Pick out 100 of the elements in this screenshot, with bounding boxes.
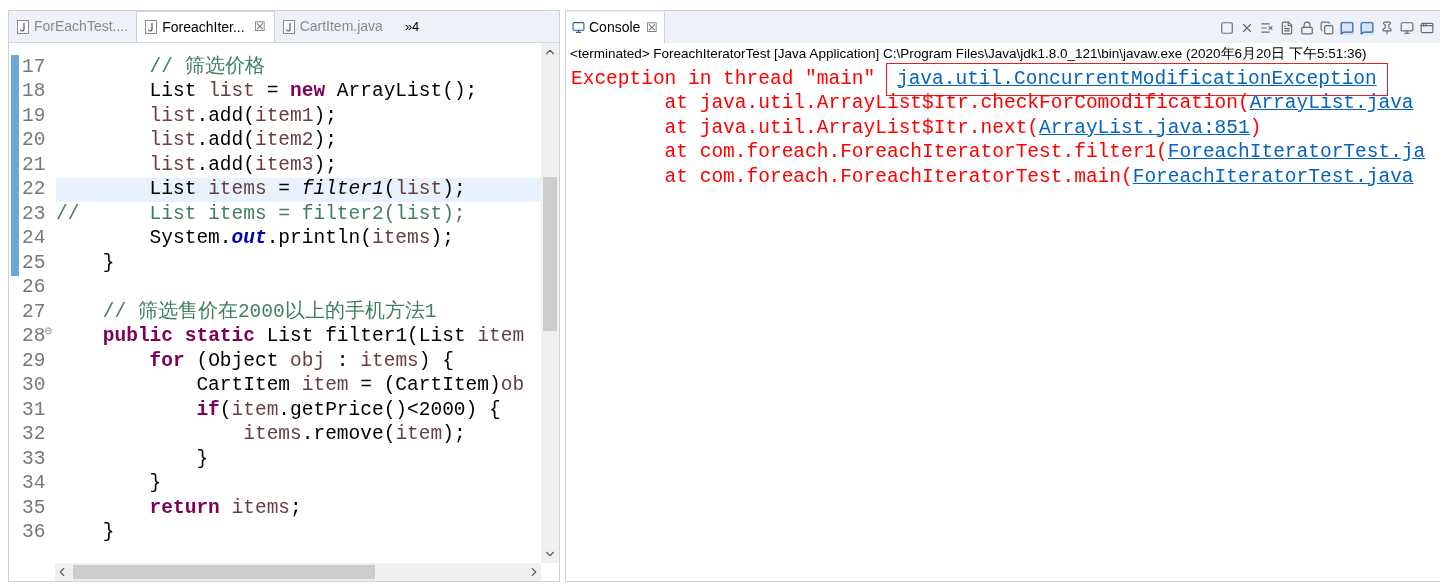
code-token: .add( [196, 103, 255, 129]
code-token: .println( [266, 226, 372, 252]
scroll-thumb[interactable] [73, 565, 375, 579]
tab-label: Console [589, 18, 641, 37]
close-tab-icon[interactable]: ☒ [253, 17, 266, 37]
code-token: item1 [254, 103, 314, 129]
code-token: for [148, 348, 185, 374]
code-token: new [290, 79, 326, 105]
code-token: System. [148, 226, 232, 252]
lock-icon[interactable] [1300, 20, 1314, 35]
code-token: } [101, 520, 115, 546]
code-token: List [148, 177, 198, 203]
console-text: at java.util.ArrayList$Itr.next( [663, 115, 1040, 141]
line-number: 30 [22, 373, 46, 399]
console-tab[interactable]: Console ☒ [566, 12, 666, 43]
line-number: 23 [22, 201, 46, 227]
line-number: 27 [22, 299, 46, 325]
line-number: 22 [22, 177, 46, 203]
scroll-thumb[interactable] [543, 177, 557, 331]
tab-label: ForEachTest.... [34, 17, 129, 36]
console-text: Exception in thread "main" [571, 66, 877, 92]
window-icon[interactable] [1420, 20, 1434, 35]
code-token: filter1 [301, 177, 384, 203]
tab-label: CartItem.java [299, 17, 383, 36]
pin-icon[interactable] [1380, 20, 1394, 35]
code-token: item3 [254, 152, 314, 178]
code-token: return [148, 495, 220, 521]
code-token: list [148, 103, 197, 129]
code-token: items [242, 422, 302, 448]
code-token: : [335, 348, 350, 374]
line-number: 25 [22, 250, 46, 276]
line-number: 28 [22, 324, 46, 350]
remove-all-icon[interactable] [1260, 20, 1274, 35]
code-token: (Object [195, 348, 280, 374]
code-token: if [195, 397, 220, 423]
line-number: 20 [22, 128, 46, 154]
code-token: item [395, 422, 443, 448]
tab-overflow-button[interactable]: »4 [390, 11, 434, 42]
line-number: 26 [22, 275, 46, 301]
editor-tab[interactable]: ForEachTest.... [9, 11, 137, 42]
code-token: } [195, 446, 209, 472]
code-token: ; [290, 495, 302, 521]
code-token: .remove( [301, 422, 396, 448]
code-token: ); [442, 177, 466, 203]
code-token: ( [383, 177, 396, 203]
code-token: ); [313, 128, 337, 154]
code-token: .add( [196, 152, 255, 178]
code-token: out [231, 226, 267, 252]
code-token: ( [219, 397, 232, 423]
code-token: } [148, 471, 162, 497]
line-number: 31 [22, 397, 46, 423]
code-token: // 筛选价格 [148, 54, 265, 80]
line-number: 29 [22, 348, 46, 374]
code-token: items [371, 226, 431, 252]
code-token: item [231, 397, 279, 423]
tab-label: ForeachIter... [162, 17, 245, 37]
code-token: item [301, 373, 349, 399]
code-token: items [360, 348, 419, 374]
editor-tab[interactable]: ForeachIter... ☒ [136, 11, 275, 42]
line-number: 18 [22, 79, 46, 105]
code-token: ); [430, 226, 454, 252]
code-token: ); [313, 152, 337, 178]
code-token: = (CartItem) [359, 373, 501, 399]
code-token: List [148, 79, 198, 105]
code-token: list [395, 177, 443, 203]
line-number: 17 [22, 54, 46, 80]
line-number: 21 [22, 152, 46, 178]
code-token: .getPrice()<2000) { [278, 397, 501, 423]
line-number: 35 [22, 495, 46, 521]
code-token: items [208, 177, 267, 203]
code-token: ob [500, 373, 525, 399]
stop-icon[interactable] [1220, 20, 1234, 35]
horizontal-scrollbar[interactable] [55, 563, 541, 581]
monitor-icon[interactable] [1400, 20, 1414, 35]
code-token: item2 [254, 128, 314, 154]
copy-icon[interactable] [1320, 20, 1334, 35]
code-token: // List items = filter2(list); [56, 201, 466, 227]
document-icon[interactable] [1280, 20, 1294, 35]
code-token: ArrayList(); [335, 79, 478, 105]
code-token: item [477, 324, 525, 350]
code-token: ); [442, 422, 466, 448]
speech-bubble-icon[interactable] [1360, 20, 1374, 35]
line-number: 32 [22, 422, 46, 448]
console-icon [572, 21, 585, 34]
code-token: list [148, 152, 197, 178]
close-tab-icon[interactable]: ☒ [646, 17, 659, 38]
fold-icon[interactable]: ⊖ [44, 323, 52, 339]
speech-bubble-icon[interactable] [1340, 20, 1354, 35]
line-number: 36 [22, 520, 46, 546]
code-token: // 筛选售价在2000以上的手机方法1 [101, 299, 437, 325]
console-description: <terminated> ForeachIteratorTest [Java Application] C:\Program Files\Java\jdk1.8.0_121\bin\javaw.exe (2020年6月20日 下午5:51:36) [569, 44, 1368, 63]
line-number: 34 [22, 471, 46, 497]
vertical-scrollbar[interactable] [541, 43, 559, 563]
editor-tab[interactable]: CartItem.java [274, 11, 391, 42]
code-token: list [208, 79, 255, 105]
code-token: List filter1(List [265, 324, 467, 350]
line-number: 19 [22, 103, 46, 129]
code-token: obj [290, 348, 326, 374]
java-file-icon [145, 20, 158, 34]
code-token: static [183, 324, 255, 350]
